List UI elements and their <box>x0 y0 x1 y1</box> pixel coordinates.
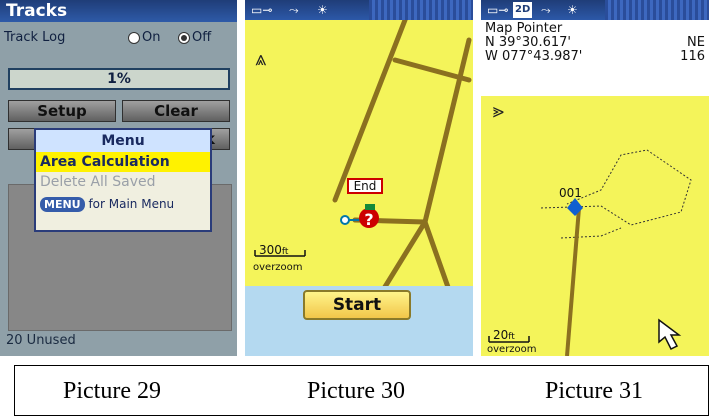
radio-on-icon[interactable] <box>128 31 140 44</box>
backlight-icon: ☀ <box>317 3 328 17</box>
off-label: Off <box>192 30 212 45</box>
caption-picture-29: Picture 29 <box>63 378 161 404</box>
on-label: On <box>142 30 161 45</box>
backlight-icon: ☀ <box>567 3 578 17</box>
battery-meter <box>605 0 709 20</box>
track-log-on-option[interactable]: On <box>128 30 160 45</box>
scale-unit: ft <box>508 332 515 342</box>
battery-meter <box>369 0 473 20</box>
end-label: End <box>347 178 383 194</box>
unused-count: 20 Unused <box>6 333 76 348</box>
page-title: Tracks <box>0 0 237 22</box>
caption-picture-30: Picture 30 <box>307 378 405 404</box>
satellite-icon: ▭⊸ <box>251 3 273 17</box>
latitude: N 39°30.617' <box>485 35 571 50</box>
north-arrow-icon: ⩓ <box>488 106 513 118</box>
tracks-screen: Tracks Track Log On Off 1% Setup Clear k… <box>0 0 237 356</box>
satellite-icon: ▭⊸ <box>487 3 509 17</box>
road-line <box>422 219 452 293</box>
scale-number: 20 <box>493 328 509 342</box>
pointer-info-panel: Map Pointer N 39°30.617' W 077°43.987' N… <box>481 20 709 96</box>
caption-picture-31: Picture 31 <box>545 378 643 404</box>
status-bar: ▭⊸ ⤳ ☀ <box>245 0 473 20</box>
track-log-off-option[interactable]: Off <box>178 30 211 45</box>
map-screen-route[interactable]: ? ▭⊸ ⤳ ☀ ⩓ End 300ft overzoom Start <box>245 0 473 356</box>
north-arrow-icon: ⩓ <box>255 46 267 70</box>
scale-value: 20ft <box>493 328 515 342</box>
track-log-percent-full: 1% <box>8 68 230 90</box>
longitude: W 077°43.987' <box>485 49 583 64</box>
svg-text:?: ? <box>364 210 373 229</box>
signal-icon: ⤳ <box>541 3 551 17</box>
setup-button[interactable]: Setup <box>8 100 116 122</box>
scale-value: 300ft <box>259 243 288 257</box>
menu-item-delete-all-saved[interactable]: Delete All Saved <box>36 172 210 192</box>
status-bar: ▭⊸ 2D ⤳ ☀ <box>481 0 709 20</box>
bearing: NE <box>687 35 705 50</box>
waypoint-marker-icon <box>567 198 583 216</box>
radio-off-icon[interactable] <box>178 31 190 44</box>
road-line <box>380 219 428 293</box>
road-line <box>565 207 581 356</box>
menu-title: Menu <box>36 130 210 152</box>
distance: 116 <box>680 49 705 64</box>
track-log-label: Track Log <box>4 30 66 45</box>
scale-unit: ft <box>281 247 289 257</box>
zoom-indicator: overzoom <box>487 344 537 355</box>
menu-hint: MENU for Main Menu <box>36 192 210 216</box>
clear-button[interactable]: Clear <box>122 100 230 122</box>
options-menu: Menu Area Calculation Delete All Saved M… <box>34 128 212 232</box>
pointer-cursor-icon <box>658 318 682 351</box>
signal-icon: ⤳ <box>289 3 299 17</box>
start-button[interactable]: Start <box>303 290 411 320</box>
road-line <box>422 37 472 225</box>
menu-item-area-calculation[interactable]: Area Calculation <box>36 152 210 172</box>
caption-table: Picture 29 Picture 30 Picture 31 <box>14 365 709 416</box>
pointer-title: Map Pointer <box>485 21 563 36</box>
road-line <box>392 57 472 83</box>
scale-number: 300 <box>259 243 282 257</box>
menu-hint-text: for Main Menu <box>88 197 175 211</box>
road-line <box>332 17 408 203</box>
menu-key-icon: MENU <box>40 197 85 212</box>
mode-badge: 2D <box>513 2 533 18</box>
map-screen-pointer[interactable]: ▭⊸ 2D ⤳ ☀ Map Pointer N 39°30.617' W 077… <box>481 0 709 356</box>
waypoint-label: 001 <box>559 186 582 200</box>
zoom-indicator: overzoom <box>253 262 303 273</box>
end-flag-icon: ? <box>340 204 379 229</box>
